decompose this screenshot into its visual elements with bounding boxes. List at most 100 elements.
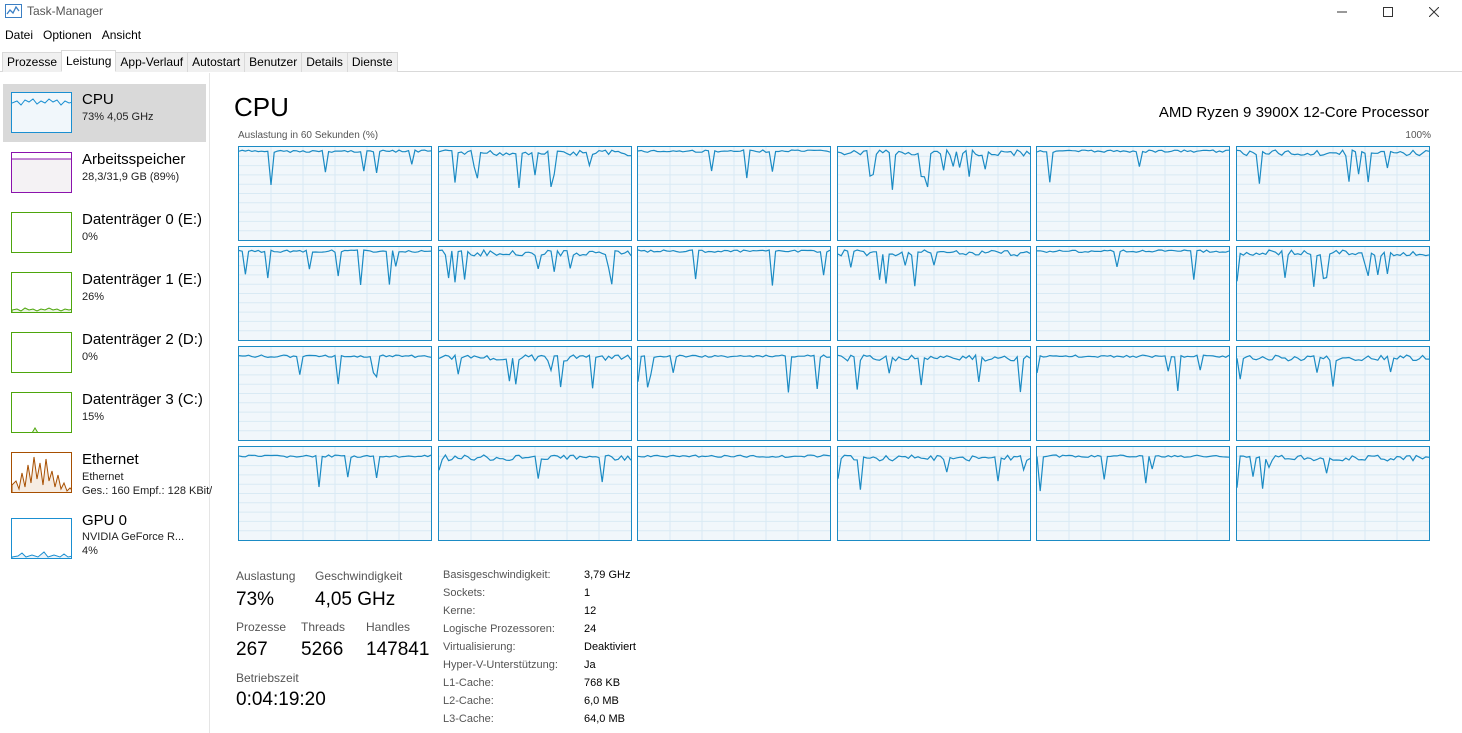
l2-cache-value: 6,0 MB [584, 695, 619, 707]
sidebar-item-disk-2[interactable]: Datenträger 2 (D:) 0% [3, 324, 206, 382]
cpu-thumbnail-graph [11, 92, 72, 133]
logical-processor-graph [637, 446, 831, 541]
logical-processor-graph [837, 446, 1031, 541]
graph-max-label: 100% [1405, 130, 1431, 141]
logical-processors-label: Logische Prozessoren: [443, 623, 555, 635]
logical-processor-graph [438, 146, 632, 241]
disk-thumbnail-graph [11, 332, 72, 373]
tab-app-verlauf[interactable]: App-Verlauf [115, 52, 189, 72]
logical-processor-graph [238, 246, 432, 341]
l1-cache-label: L1-Cache: [443, 677, 494, 689]
sidebar-item-detail: 26% [82, 291, 105, 303]
sidebar-item-label: GPU 0 [82, 512, 128, 529]
processor-name: AMD Ryzen 9 3900X 12-Core Processor [1158, 104, 1429, 121]
sidebar-item-detail: 28,3/31,9 GB (89%) [82, 171, 180, 183]
logical-processor-graph [1036, 146, 1230, 241]
handles-value: 147841 [366, 639, 430, 660]
utilization-label: Auslastung [236, 569, 296, 583]
logical-processor-graph [238, 346, 432, 441]
logical-processor-graph [438, 346, 632, 441]
logical-processor-graph [1036, 346, 1230, 441]
l2-cache-label: L2-Cache: [443, 695, 494, 707]
menu-optionen[interactable]: Optionen [38, 28, 97, 46]
logical-processor-graph [637, 146, 831, 241]
window-title: Task-Manager [27, 4, 104, 18]
disk-thumbnail-graph [11, 212, 72, 253]
uptime-value: 0:04:19:20 [236, 689, 326, 710]
sidebar-item-cpu[interactable]: CPU 73% 4,05 GHz [3, 84, 206, 142]
minimize-icon [1337, 11, 1347, 13]
page-title: CPU [234, 92, 289, 122]
ethernet-thumbnail-graph [11, 452, 72, 493]
sockets-value: 1 [584, 587, 591, 599]
hyperv-support-label: Hyper-V-Unterstützung: [443, 659, 558, 671]
sidebar-item-detail: 0% [82, 231, 98, 243]
sidebar-item-label: Arbeitsspeicher [82, 151, 186, 168]
tab-autostart[interactable]: Autostart [187, 52, 246, 72]
logical-processor-graph [1236, 446, 1430, 541]
sidebar-item-label: Datenträger 3 (C:) [82, 391, 203, 408]
maximize-icon [1383, 7, 1393, 17]
tab-details[interactable]: Details [301, 52, 348, 72]
logical-processor-graph [1236, 246, 1430, 341]
sidebar-item-label: Datenträger 0 (E:) [82, 211, 203, 228]
speed-label: Geschwindigkeit [315, 569, 403, 583]
virtualization-label: Virtualisierung: [443, 641, 516, 653]
sidebar-item-arbeitsspeicher[interactable]: Arbeitsspeicher 28,3/31,9 GB (89%) [3, 144, 206, 202]
virtualization-value: Deaktiviert [584, 641, 636, 653]
logical-processor-graphs [238, 146, 1432, 542]
close-button[interactable] [1411, 0, 1457, 24]
minimize-button[interactable] [1319, 0, 1365, 24]
menu-datei[interactable]: Datei [0, 28, 38, 46]
title-bar: Task-Manager [0, 0, 1462, 26]
sidebar-item-gpu-0[interactable]: GPU 0 NVIDIA GeForce R... 4% [3, 510, 206, 568]
logical-processor-graph [238, 146, 432, 241]
sidebar-item-label: Datenträger 1 (E:) [82, 271, 203, 288]
sidebar-item-ethernet[interactable]: Ethernet Ethernet Ges.: 160 Empf.: 128 K… [3, 444, 212, 502]
sidebar-item-usage: 4% [82, 545, 98, 557]
memory-thumbnail-graph [11, 152, 72, 193]
logical-processor-graph [1236, 146, 1430, 241]
sidebar-item-disk-0[interactable]: Datenträger 0 (E:) 0% [3, 204, 206, 262]
disk-thumbnail-graph [11, 272, 72, 313]
base-speed-value: 3,79 GHz [584, 569, 631, 581]
processes-value: 267 [236, 639, 268, 660]
cores-value: 12 [584, 605, 597, 617]
l1-cache-value: 768 KB [584, 677, 621, 689]
tab-dienste[interactable]: Dienste [346, 52, 398, 72]
sidebar-item-throughput: Ges.: 160 Empf.: 128 KBit/s [82, 485, 212, 497]
sidebar-item-disk-1[interactable]: Datenträger 1 (E:) 26% [3, 264, 206, 322]
speed-value: 4,05 GHz [315, 589, 396, 610]
sidebar-item-detail: 15% [82, 411, 105, 423]
tab-prozesse[interactable]: Prozesse [2, 52, 63, 72]
utilization-value: 73% [236, 589, 275, 610]
logical-processor-graph [637, 346, 831, 441]
sidebar-item-detail: 73% 4,05 GHz [82, 111, 154, 123]
sidebar-item-label: CPU [82, 91, 114, 108]
sidebar-item-label: Datenträger 2 (D:) [82, 331, 203, 348]
logical-processors-value: 24 [584, 623, 597, 635]
handles-label: Handles [366, 620, 411, 634]
sidebar-item-detail: Ethernet [82, 471, 124, 483]
base-speed-label: Basisgeschwindigkeit: [443, 569, 551, 581]
logical-processor-graph [637, 246, 831, 341]
logical-processor-graph [438, 246, 632, 341]
sidebar-item-disk-3[interactable]: Datenträger 3 (C:) 15% [3, 384, 206, 442]
logical-processor-graph [238, 446, 432, 541]
close-icon [1429, 7, 1439, 17]
tab-bar: Prozesse Leistung App-Verlauf Autostart … [0, 50, 1462, 72]
sockets-label: Sockets: [443, 587, 486, 599]
logical-processor-graph [837, 246, 1031, 341]
graph-caption: Auslastung in 60 Sekunden (%) [238, 130, 379, 141]
tab-leistung[interactable]: Leistung [61, 50, 117, 72]
menu-bar: Datei Optionen Ansicht [0, 28, 146, 46]
menu-ansicht[interactable]: Ansicht [97, 28, 146, 46]
logical-processor-graph [1036, 446, 1230, 541]
maximize-button[interactable] [1365, 0, 1411, 24]
task-manager-icon [5, 4, 22, 18]
logical-processor-graph [438, 446, 632, 541]
logical-processor-graph [837, 146, 1031, 241]
uptime-label: Betriebszeit [236, 671, 299, 685]
hyperv-support-value: Ja [584, 659, 596, 671]
tab-benutzer[interactable]: Benutzer [244, 52, 303, 72]
